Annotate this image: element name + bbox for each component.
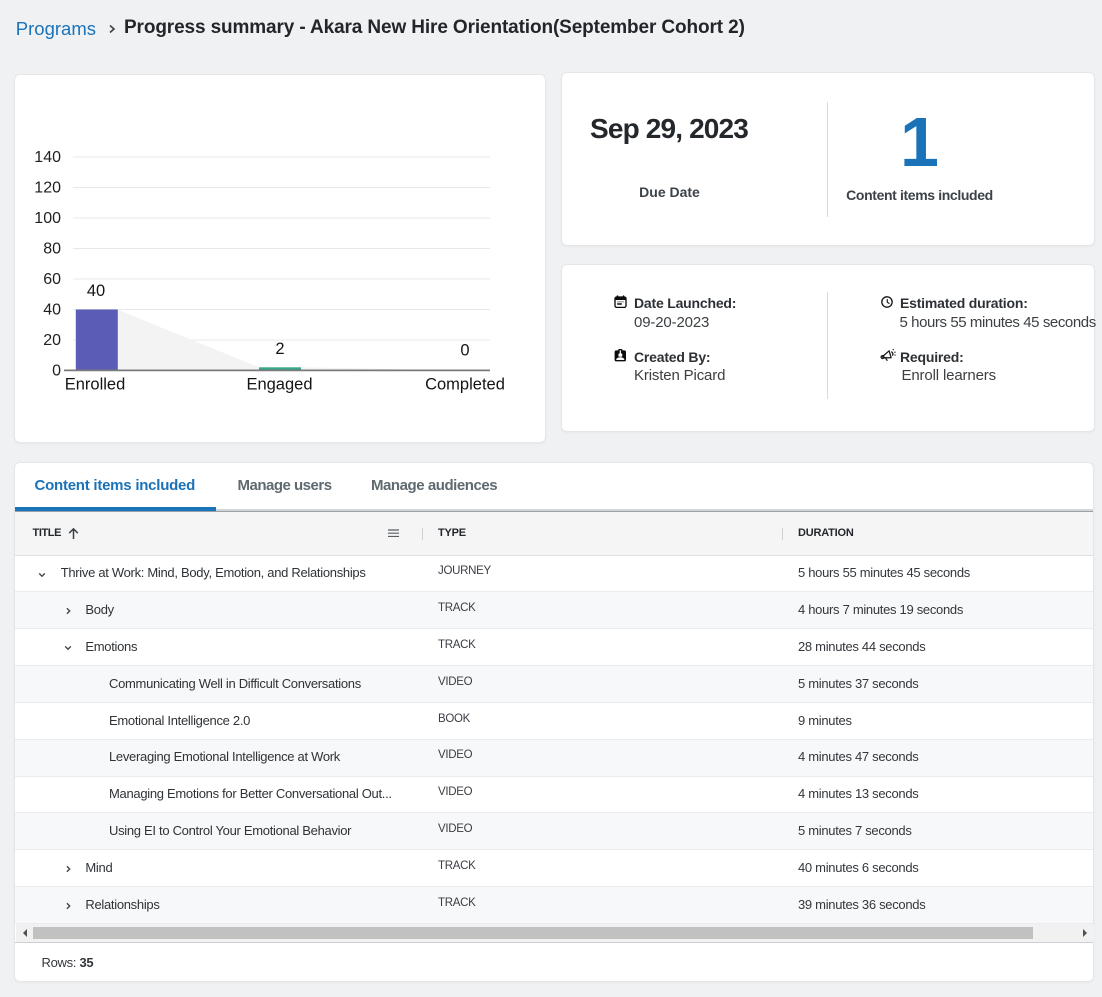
svg-text:20: 20: [43, 332, 61, 349]
svg-text:0: 0: [52, 363, 61, 380]
svg-text:40: 40: [43, 302, 61, 319]
svg-text:80: 80: [43, 241, 61, 258]
svg-text:60: 60: [43, 271, 61, 288]
svg-text:0: 0: [460, 342, 469, 360]
svg-text:Enrolled: Enrolled: [65, 376, 126, 394]
svg-text:Engaged: Engaged: [246, 376, 312, 394]
svg-text:100: 100: [34, 210, 61, 227]
svg-text:40: 40: [87, 282, 105, 300]
svg-text:140: 140: [34, 149, 61, 166]
svg-text:120: 120: [34, 180, 61, 197]
svg-text:Completed: Completed: [425, 376, 505, 394]
svg-text:2: 2: [275, 340, 284, 358]
